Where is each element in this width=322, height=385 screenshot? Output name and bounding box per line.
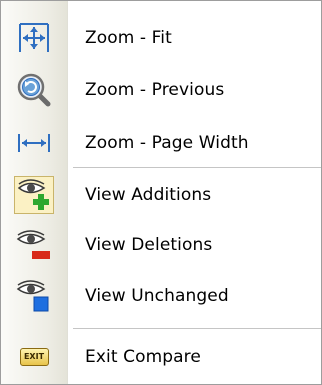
view-unchanged-icon [1,275,67,317]
zoom-page-width-icon [1,122,67,164]
view-deletions-icon [1,224,67,266]
menu-item-view-unchanged[interactable]: View Unchanged [1,275,321,317]
menu-separator [73,328,321,329]
exit-badge: EXIT [19,348,49,366]
menu-item-zoom-previous[interactable]: Zoom - Previous [1,69,321,111]
menu-item-label: Exit Compare [85,347,201,367]
zoom-previous-icon [1,69,67,111]
menu-item-label: View Additions [85,185,212,205]
menu-item-view-deletions[interactable]: View Deletions [1,224,321,266]
menu-item-label: View Deletions [85,235,213,255]
context-menu: Zoom - Fit Zoom - Previous Zoom - Page W… [0,0,322,385]
exit-icon: EXIT [1,336,67,378]
menu-item-zoom-fit[interactable]: Zoom - Fit [1,17,321,59]
menu-item-label: Zoom - Page Width [85,133,249,153]
menu-item-exit-compare[interactable]: EXIT Exit Compare [1,336,321,378]
view-additions-icon [1,174,67,216]
menu-item-zoom-page-width[interactable]: Zoom - Page Width [1,122,321,164]
menu-item-label: Zoom - Fit [85,28,172,48]
menu-separator [73,167,321,168]
menu-item-label: View Unchanged [85,286,229,306]
menu-item-label: Zoom - Previous [85,80,225,100]
zoom-fit-icon [1,17,67,59]
menu-item-view-additions[interactable]: View Additions [1,174,321,216]
